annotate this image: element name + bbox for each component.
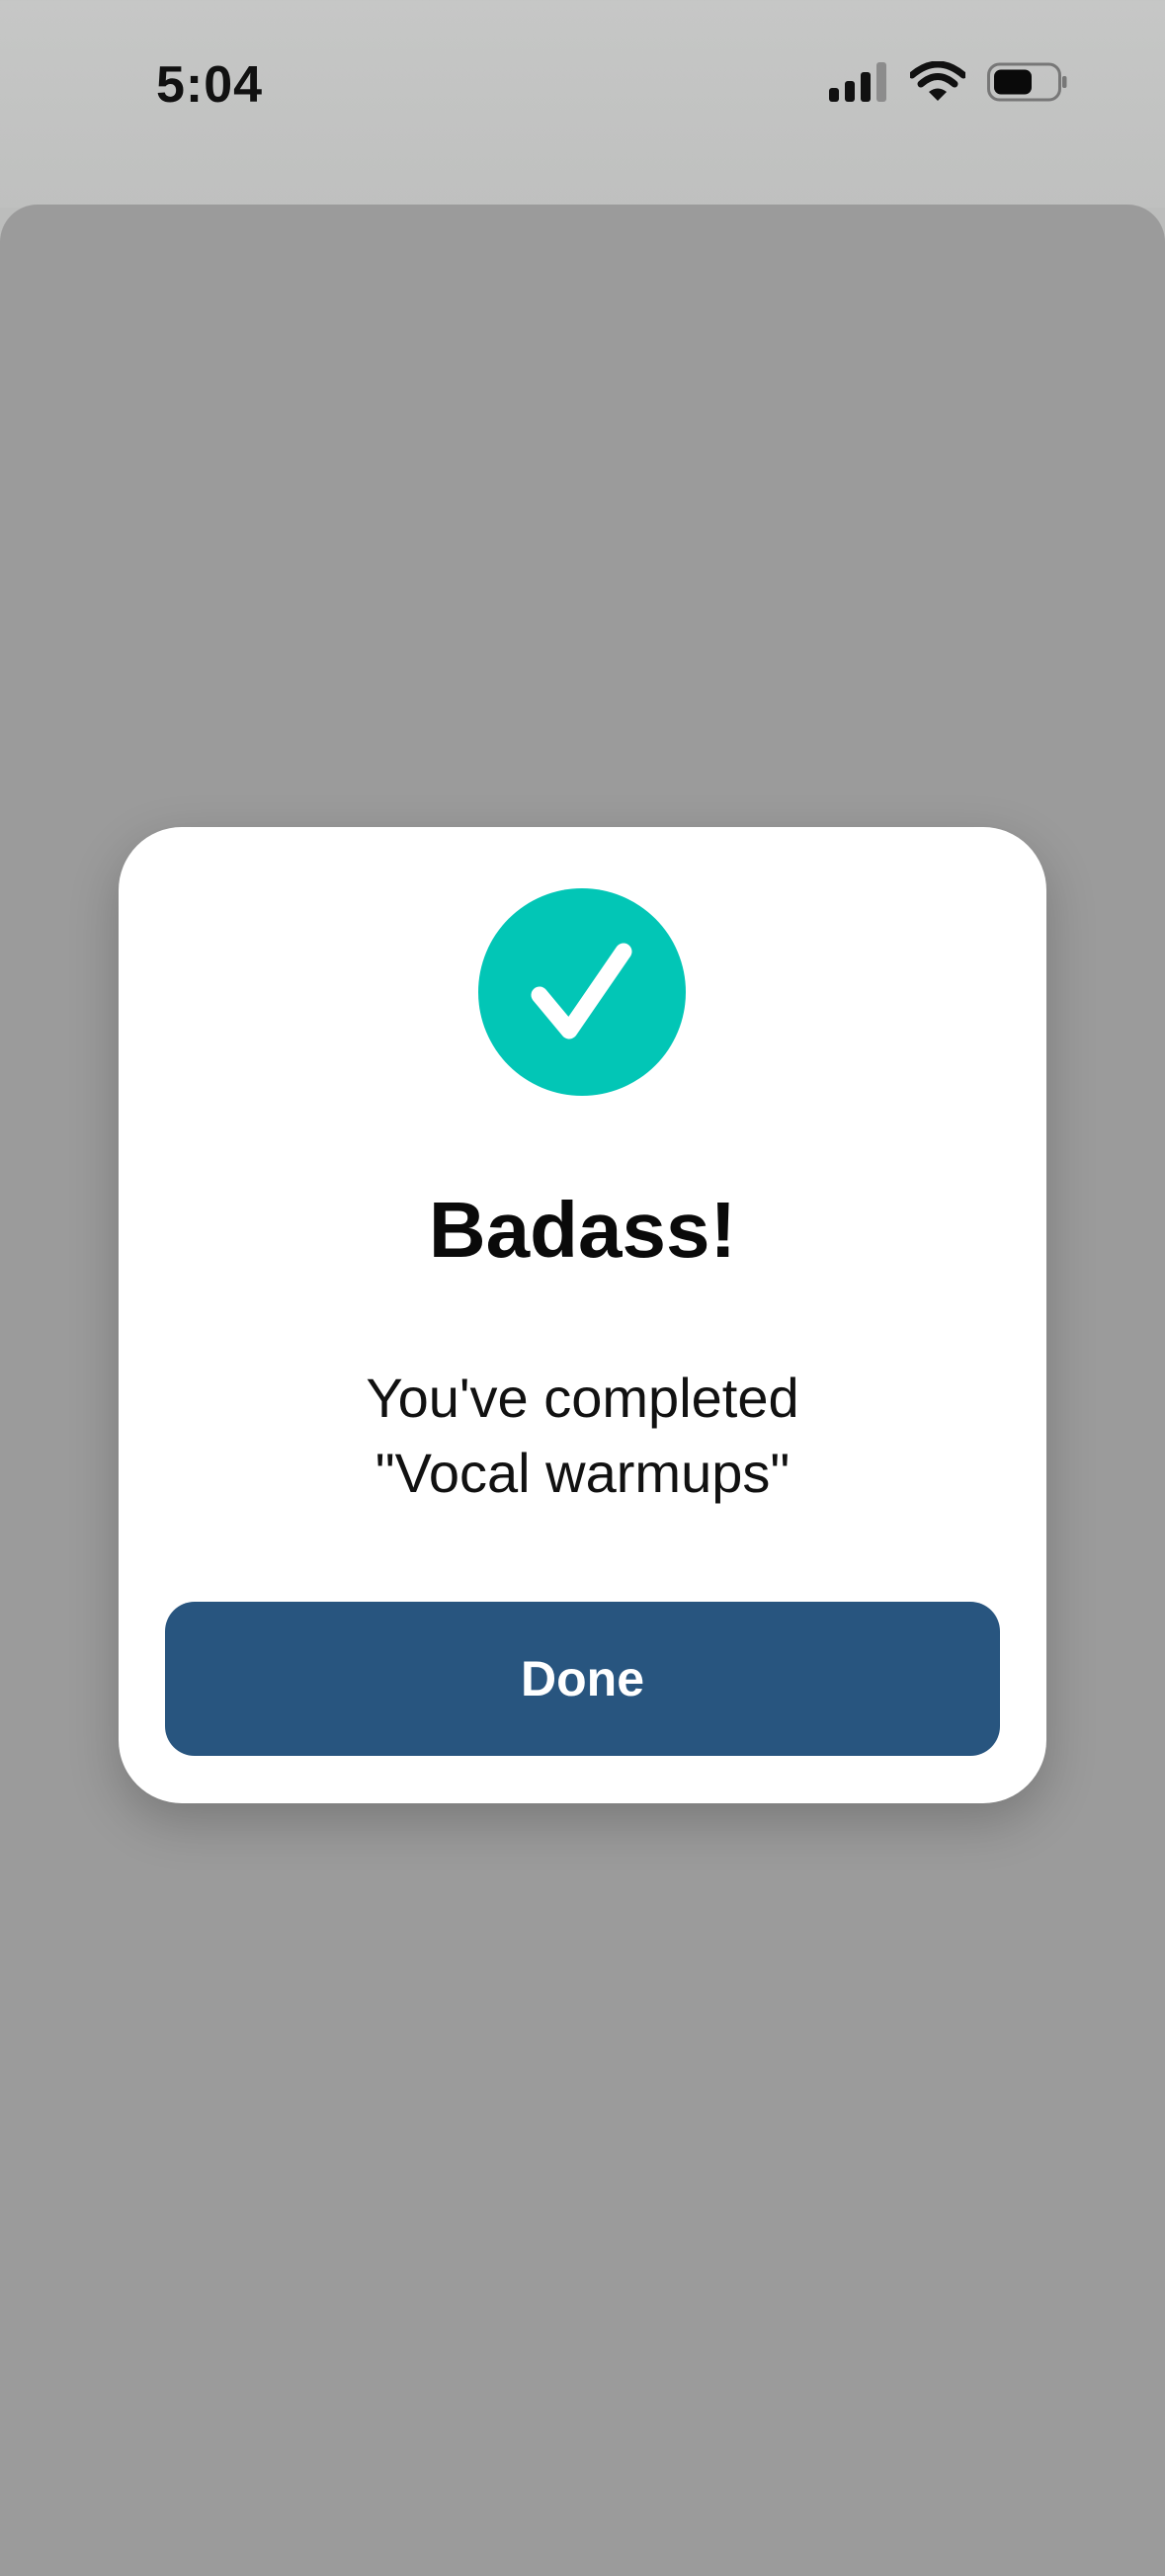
dialog-message-line: You've completed: [366, 1367, 799, 1429]
status-icons: [829, 61, 1068, 103]
success-badge: [478, 888, 686, 1096]
completion-dialog: Badass! You've completed "Vocal warmups"…: [119, 827, 1046, 1803]
wifi-icon: [910, 61, 965, 101]
status-bar: 5:04: [0, 0, 1165, 178]
dialog-message: You've completed "Vocal warmups": [119, 1361, 1046, 1511]
battery-icon: [987, 62, 1067, 102]
done-button[interactable]: Done: [165, 1602, 1000, 1756]
checkmark-icon: [531, 943, 632, 1039]
status-time: 5:04: [156, 56, 264, 114]
dialog-message-line: "Vocal warmups": [374, 1442, 791, 1504]
cellular-signal-icon: [829, 62, 886, 102]
dialog-title: Badass!: [428, 1186, 737, 1274]
